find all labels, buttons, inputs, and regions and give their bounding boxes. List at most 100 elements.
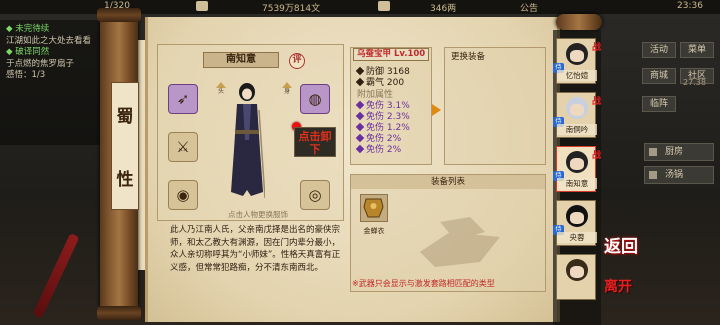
equipment-list-item[interactable] [360,194,388,222]
golden-armor-icon [363,198,384,218]
activity-button[interactable]: 活动 [642,42,676,58]
avatar-face [570,104,584,116]
notice-link[interactable]: 公告 [520,1,538,14]
stat-value: 3.1% [386,101,410,111]
stat-value: 200 [386,78,405,88]
scroll-cap [97,8,141,22]
diamond-icon [355,111,365,121]
coin-display: 346两 [430,4,457,14]
diamond-icon [355,100,365,110]
stat-value: 1.2% [386,123,410,133]
counter-readout: 27.38 [683,78,706,87]
diamond-icon [355,66,365,76]
battle-mark: 战 [592,43,602,53]
extra-stat-row: 免伤 2.3% [355,111,410,123]
change-outfit-hint: 点击人物更换服饰 [228,210,288,219]
party-member-name: 南侗吟 [557,124,597,135]
paper-watermark [420,217,500,267]
stat-label: 免伤 [366,112,385,122]
quest-progress: 感悟：1/3 [6,70,46,80]
quest-text: 江湖如此之大处去看看 [6,35,92,46]
slot-tag-label: 头 [217,88,224,95]
stat-label: 霸气 [366,78,385,88]
party-member[interactable]: 侍 忆怡媗 [553,38,597,84]
party-member[interactable]: 侍 南侗吟 [553,92,597,138]
feather-icon: ➶ [176,90,190,108]
stat-label: 防御 [366,67,385,77]
stat-value: 3168 [386,67,410,77]
character-bio: 此人乃江南人氏，父亲南戊择是出名的豪侠宗师，和太乙教大有渊源，因在门内辈分最小，… [170,225,341,273]
slot-tag: 头 [212,82,230,95]
equipment-list-title: 装备列表 [351,175,545,189]
equip-slot-weapon[interactable]: ⚔ [168,132,198,162]
equipment-footnote: ※武器只会显示与激发套路相匹配的类型 [352,279,495,288]
equip-slot-ring[interactable]: ◎ [300,180,330,210]
faction-char: 蜀 [116,107,134,127]
faction-label: 蜀 性 [111,82,139,210]
clock: 23:36 [677,1,703,11]
avatar-face [570,158,584,170]
equip-slot-accessory[interactable]: ◉ [168,180,198,210]
scroll-rod-top-right [556,14,602,30]
unload-button[interactable]: 点击卸下 [294,127,336,157]
extra-stat-row: 免伤 3.1% [355,100,410,112]
kitchen-button[interactable]: 厨房 [644,143,714,161]
kitchen-icon [649,148,657,156]
bath-label: 汤锅 [665,170,684,180]
stat-label: 免伤 [366,134,385,144]
character-figure[interactable] [229,80,265,200]
scroll-cap [97,306,141,320]
quest-title: ◆ 破译同然 [6,47,50,57]
faction-char: 性 [116,170,134,190]
equipment-list-item-name: 金蝉衣 [363,227,385,235]
comment-button[interactable]: 评 [289,53,305,69]
party-member[interactable]: 侍 央蓉 [553,200,597,246]
stat-label: 免伤 [366,101,385,111]
leave-button[interactable]: 离开 [604,276,644,306]
kitchen-label: 厨房 [665,147,684,157]
avatar-face [570,212,584,224]
party-member-name: 央蓉 [557,232,597,243]
stat-row: 防御 3168 [355,66,410,78]
quest-text: 于点燃的焦罗扇子 [6,58,75,69]
battle-mark: 战 [592,97,602,107]
slot-tag-label: 身 [283,88,290,95]
extra-stat-row: 免伤 2% [355,144,402,156]
quest-tracker[interactable]: ◆ 未完待续 江湖如此之大处去看看 ◆ 破译同然 于点燃的焦罗扇子 感悟：1/3 [0,20,108,145]
party-member-name: 忆怡媗 [557,70,597,81]
stat-row: 霸气 200 [355,77,405,89]
stat-value: 2% [386,134,402,144]
slot-tag: 身 [278,82,296,95]
money-display: 7539万814文 [262,4,321,14]
armor-icon: ◍ [308,90,322,108]
replace-equipment-panel [444,47,546,165]
stat-value: 2% [386,145,402,155]
stat-value: 2.3% [386,112,410,122]
extra-stats-title: 附加属性 [357,90,394,100]
menu-button[interactable]: 菜单 [680,42,714,58]
stat-label: 免伤 [366,145,385,155]
ring-icon: ◎ [308,186,322,204]
coin-icon [378,1,390,11]
shop-button[interactable]: 商城 [642,68,676,84]
battle-mark: 战 [592,151,602,161]
bath-button[interactable]: 汤锅 [644,166,714,184]
diamond-icon [355,77,365,87]
coin-charm-icon: ◉ [176,186,190,204]
sword-icon: ⚔ [176,138,190,156]
quest-title: ◆ 未完待续 [6,24,50,34]
equip-slot-body[interactable]: ◍ [300,84,330,114]
back-button[interactable]: 返回 [604,232,640,268]
diamond-icon [355,133,365,143]
diamond-icon [355,144,365,154]
equipment-title: 乌蚕宝甲 Lv.100 [353,48,429,61]
diamond-icon [355,122,365,132]
bath-icon [649,171,657,179]
extra-stat-row: 免伤 1.2% [355,122,410,134]
party-member-selected[interactable]: 侍 南知意 [553,146,597,192]
treasure-icon [196,1,208,11]
party-member[interactable] [556,254,596,300]
battle-button[interactable]: 临阵 [642,96,676,112]
equip-slot-head[interactable]: ➶ [168,84,198,114]
avatar-face [570,266,584,278]
